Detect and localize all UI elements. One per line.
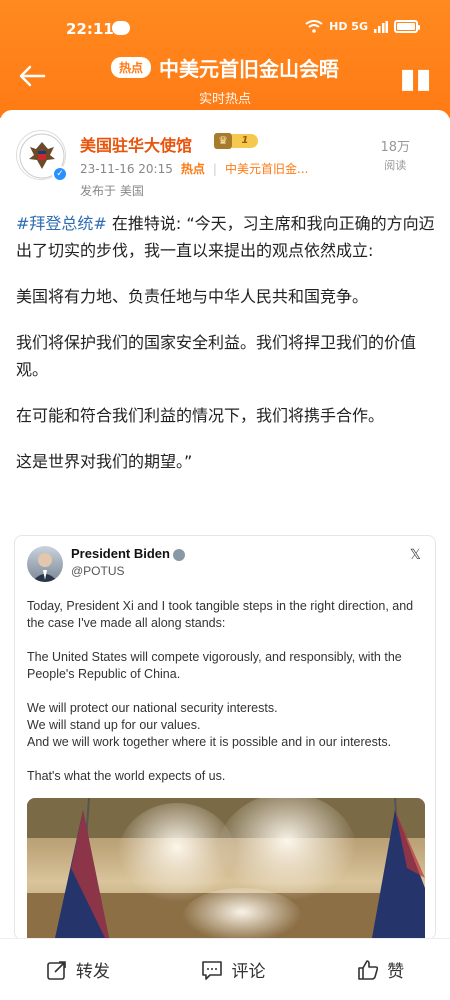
repost-icon <box>47 960 66 980</box>
battery-icon <box>394 20 420 33</box>
page-header: 热点 中美元首旧金山会晤 实时热点 <box>0 53 450 107</box>
like-button[interactable]: 赞 <box>357 957 404 982</box>
wifi-icon <box>305 20 323 33</box>
flags-photo-icon <box>27 798 425 938</box>
post-body: #拜登总统# 在推特说: “今天，习主席和我向正确的方向迈出了切实的步伐，我一直… <box>16 210 436 494</box>
tweet-line: Today, President Xi and I took tangible … <box>27 599 414 630</box>
thumbs-up-icon <box>358 959 379 980</box>
tweet-line: We will stand up for our values. <box>27 718 201 732</box>
network-indicator: HD 5G <box>329 20 368 33</box>
post-timestamp: 23-11-16 20:15 <box>80 161 173 176</box>
tweet-line: That's what the world expects of us. <box>27 769 226 783</box>
post-location: 发布于 美国 <box>80 184 144 198</box>
tweet-avatar <box>27 546 63 582</box>
like-label: 赞 <box>387 962 405 982</box>
repost-label: 转发 <box>75 962 110 982</box>
member-level-badge: ♛ 1 <box>214 133 258 149</box>
x-logo-icon: 𝕏 <box>409 546 421 562</box>
crown-icon: ♛ <box>214 133 232 149</box>
post-paragraph: 在可能和符合我们利益的情况下，我们将携手合作。 <box>16 406 385 425</box>
embedded-tweet-image[interactable]: President Biden @POTUS 𝕏 Today, Presiden… <box>14 535 436 940</box>
comment-label: 评论 <box>231 962 266 982</box>
status-bar: 22:11 HD 5G <box>0 0 450 40</box>
tweet-line: And we will work together where it is po… <box>27 735 392 749</box>
author-name[interactable]: 美国驻华大使馆 <box>80 132 192 156</box>
tweet-photo <box>27 798 425 938</box>
read-count-value: 18万 <box>380 140 410 155</box>
post-card: ✓ 美国驻华大使馆 ♛ 1 23-11-16 20:15 热点 | 中美元首旧金… <box>0 110 450 940</box>
hot-label: 热点 <box>180 162 205 176</box>
verified-badge-icon: ✓ <box>52 166 68 182</box>
comment-icon <box>202 960 223 980</box>
action-bar: 转发 评论 赞 <box>0 938 450 1000</box>
read-count-label: 阅读 <box>384 159 407 172</box>
hot-badge: 热点 <box>110 57 151 78</box>
post-meta: 23-11-16 20:15 热点 | 中美元首旧金... <box>80 160 309 177</box>
post-paragraph: 这是世界对我们的期望。” <box>16 452 193 471</box>
tweet-text: Today, President Xi and I took tangible … <box>27 598 425 802</box>
weibo-notification-icon <box>112 21 130 35</box>
comment-button[interactable]: 评论 <box>201 957 265 982</box>
tweet-verified-icon <box>172 548 185 561</box>
page-subtitle: 实时热点 <box>198 92 251 107</box>
post-paragraph: 美国将有力地、负责任地与中华人民共和国竞争。 <box>16 287 369 306</box>
signal-icon <box>374 20 388 33</box>
post-paragraph: 我们将保护我们的国家安全利益。我们将捍卫我们的价值观。 <box>16 333 417 379</box>
topic-link[interactable]: 中美元首旧金... <box>225 160 308 177</box>
tweet-line: The United States will compete vigorousl… <box>27 650 402 681</box>
status-time: 22:11 <box>66 20 114 38</box>
top-bar: 22:11 HD 5G 热点 中美元首旧金山会晤 实时热点 ▪▪ ▪▪ <box>0 0 450 118</box>
more-options-icon[interactable]: ▪▪ ▪▪ <box>400 64 432 96</box>
repost-button[interactable]: 转发 <box>46 957 110 982</box>
read-count: 18万 阅读 <box>380 136 410 173</box>
status-icons: HD 5G <box>305 20 420 33</box>
level-label: 1 <box>232 134 258 148</box>
tweet-line: We will protect our national security in… <box>27 701 278 715</box>
page-title: 中美元首旧金山会晤 <box>159 57 339 81</box>
tweet-handle: @POTUS <box>71 564 125 578</box>
hashtag-link[interactable]: #拜登总统# <box>16 214 107 233</box>
post-paragraph: #拜登总统# 在推特说: “今天，习主席和我向正确的方向迈出了切实的步伐，我一直… <box>16 214 435 260</box>
tweet-author: President Biden <box>71 546 185 561</box>
